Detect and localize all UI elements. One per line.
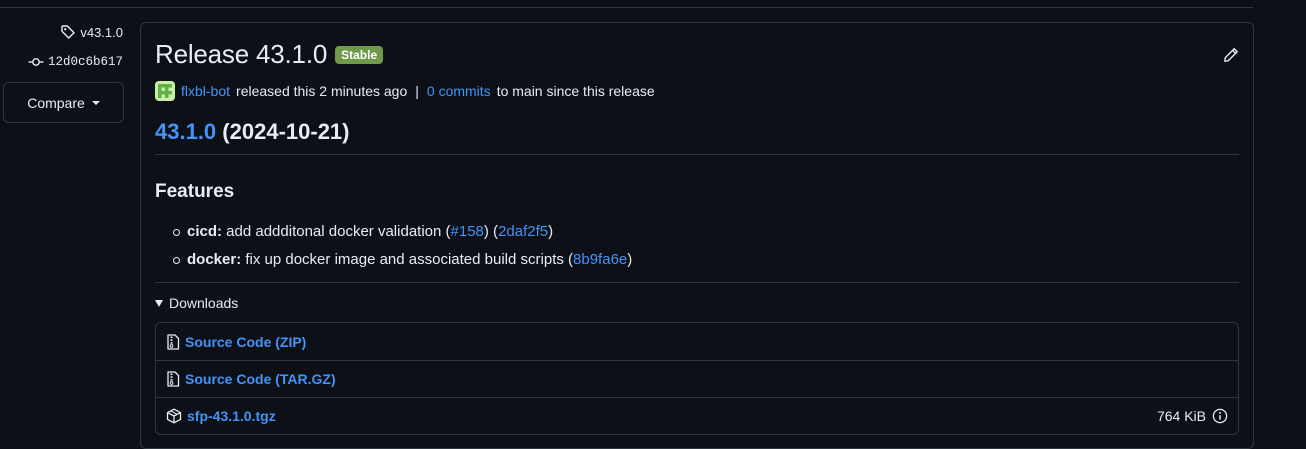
version-date: (2024-10-21) (222, 119, 350, 144)
feature-list: cicd: add addditonal docker validation (… (173, 221, 632, 277)
released-text: released this 2 minutes ago (236, 83, 408, 99)
asset-link-tgz[interactable]: sfp-43.1.0.tgz (166, 408, 276, 424)
tag-link[interactable]: v43.1.0 (60, 24, 123, 40)
git-commit-icon (28, 58, 44, 66)
version-heading: 43.1.0 (2024-10-21) (155, 119, 349, 145)
feature-text: fix up docker image and associated build… (241, 251, 574, 268)
asset-row: Source Code (TAR.GZ) (156, 360, 1238, 397)
package-icon (166, 408, 182, 424)
pencil-icon[interactable] (1223, 47, 1239, 63)
file-zip-icon (167, 333, 180, 350)
version-link[interactable]: 43.1.0 (155, 119, 216, 144)
commits-suffix: to main since this release (496, 83, 655, 99)
asset-row: Source Code (ZIP) (156, 323, 1238, 360)
caret-down-icon (91, 101, 100, 105)
features-heading: Features (155, 181, 235, 202)
feature-text: ) (548, 223, 554, 240)
assets-list: Source Code (ZIP) Source Code (TAR.GZ) s… (155, 322, 1239, 435)
avatar[interactable] (155, 81, 175, 101)
tag-icon (61, 25, 76, 39)
pr-link[interactable]: #158 (451, 223, 484, 240)
top-divider (0, 7, 1253, 8)
asset-size-value: 764 KiB (1156, 408, 1206, 424)
feature-text: add addditonal docker validation ( (222, 223, 451, 240)
meta-separator: | (415, 83, 419, 99)
asset-size: 764 KiB (1157, 408, 1228, 424)
feature-scope: cicd: (187, 223, 223, 240)
list-item: cicd: add addditonal docker validation (… (173, 221, 632, 249)
asset-link-zip[interactable]: Source Code (ZIP) (166, 334, 306, 350)
downloads-label: Downloads (169, 295, 239, 311)
feature-text: ) (627, 251, 633, 268)
commit-link[interactable]: 12d0c6b617 (28, 54, 123, 70)
asset-name: sfp-43.1.0.tgz (187, 408, 276, 424)
tag-label: v43.1.0 (80, 24, 123, 40)
commits-link[interactable]: 0 commits (427, 83, 491, 99)
asset-link-targz[interactable]: Source Code (TAR.GZ) (166, 371, 336, 387)
asset-name: Source Code (ZIP) (185, 333, 307, 350)
release-title[interactable]: Release 43.1.0 (155, 39, 327, 70)
feature-text: ) ( (483, 223, 499, 240)
features-divider (155, 282, 1239, 283)
compare-label: Compare (27, 94, 85, 111)
asset-name: Source Code (TAR.GZ) (185, 371, 336, 387)
asset-row: sfp-43.1.0.tgz 764 KiB (156, 397, 1238, 434)
author-link[interactable]: flxbl-bot (181, 83, 230, 99)
list-item: docker: fix up docker image and associat… (173, 249, 632, 277)
release-header: Release 43.1.0 Stable (155, 39, 384, 70)
feature-scope: docker: (187, 251, 242, 268)
info-icon[interactable] (1212, 408, 1228, 424)
compare-button[interactable]: Compare (3, 82, 124, 123)
commit-hash-link[interactable]: 2daf2f5 (498, 223, 548, 240)
triangle-down-icon (155, 299, 163, 307)
release-card: Release 43.1.0 Stable flxbl-bot released… (140, 22, 1254, 449)
status-badge: Stable (335, 45, 384, 64)
commit-sha: 12d0c6b617 (47, 55, 123, 69)
file-zip-icon (167, 371, 180, 387)
heading-divider (155, 154, 1239, 155)
downloads-toggle[interactable]: Downloads (155, 295, 238, 311)
commit-hash-link[interactable]: 8b9fa6e (573, 251, 627, 268)
release-meta: flxbl-bot released this 2 minutes ago | … (155, 81, 655, 101)
